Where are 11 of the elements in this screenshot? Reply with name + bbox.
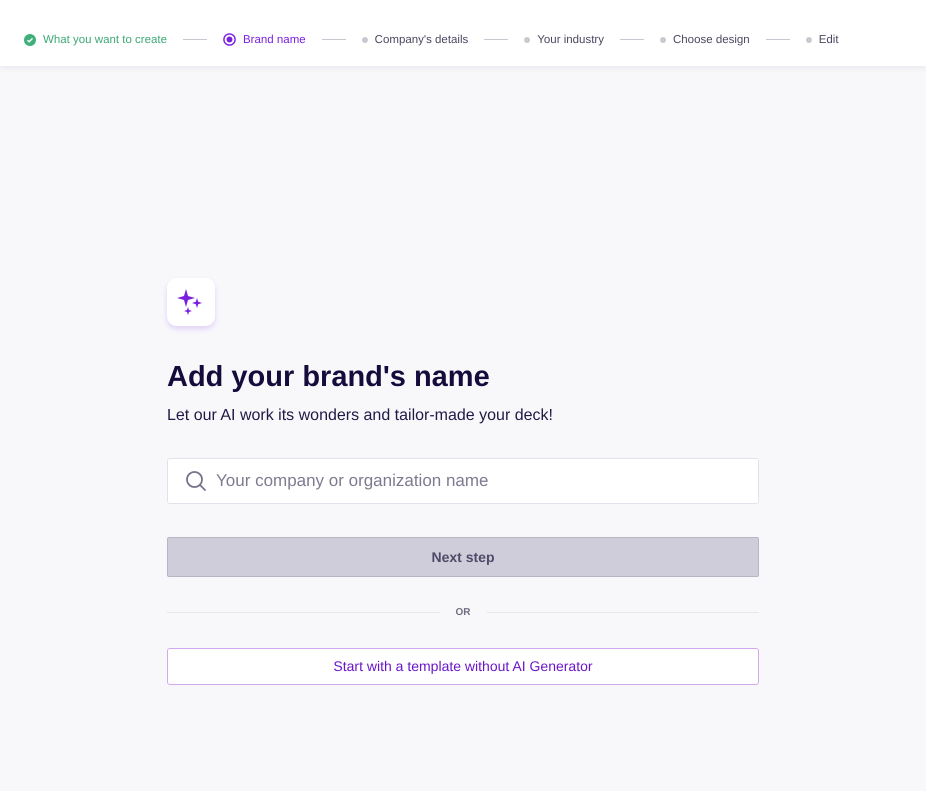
step-label[interactable]: Choose design — [672, 34, 750, 46]
step-label[interactable]: Edit — [818, 34, 839, 46]
template-button[interactable]: Start with a template without AI Generator — [167, 648, 759, 685]
page-subtitle: Let our AI work its wonders and tailor-made your deck! — [167, 406, 554, 425]
step-label[interactable]: Brand name — [243, 34, 306, 46]
search-field[interactable]: Your company or organization name — [167, 458, 759, 504]
step-label[interactable]: Company's details — [374, 34, 468, 46]
page-title: Add your brand's name — [167, 360, 491, 395]
sparkles-icon — [167, 278, 215, 326]
or-divider-label: OR — [456, 606, 470, 618]
step-label[interactable]: Your industry — [537, 34, 604, 46]
